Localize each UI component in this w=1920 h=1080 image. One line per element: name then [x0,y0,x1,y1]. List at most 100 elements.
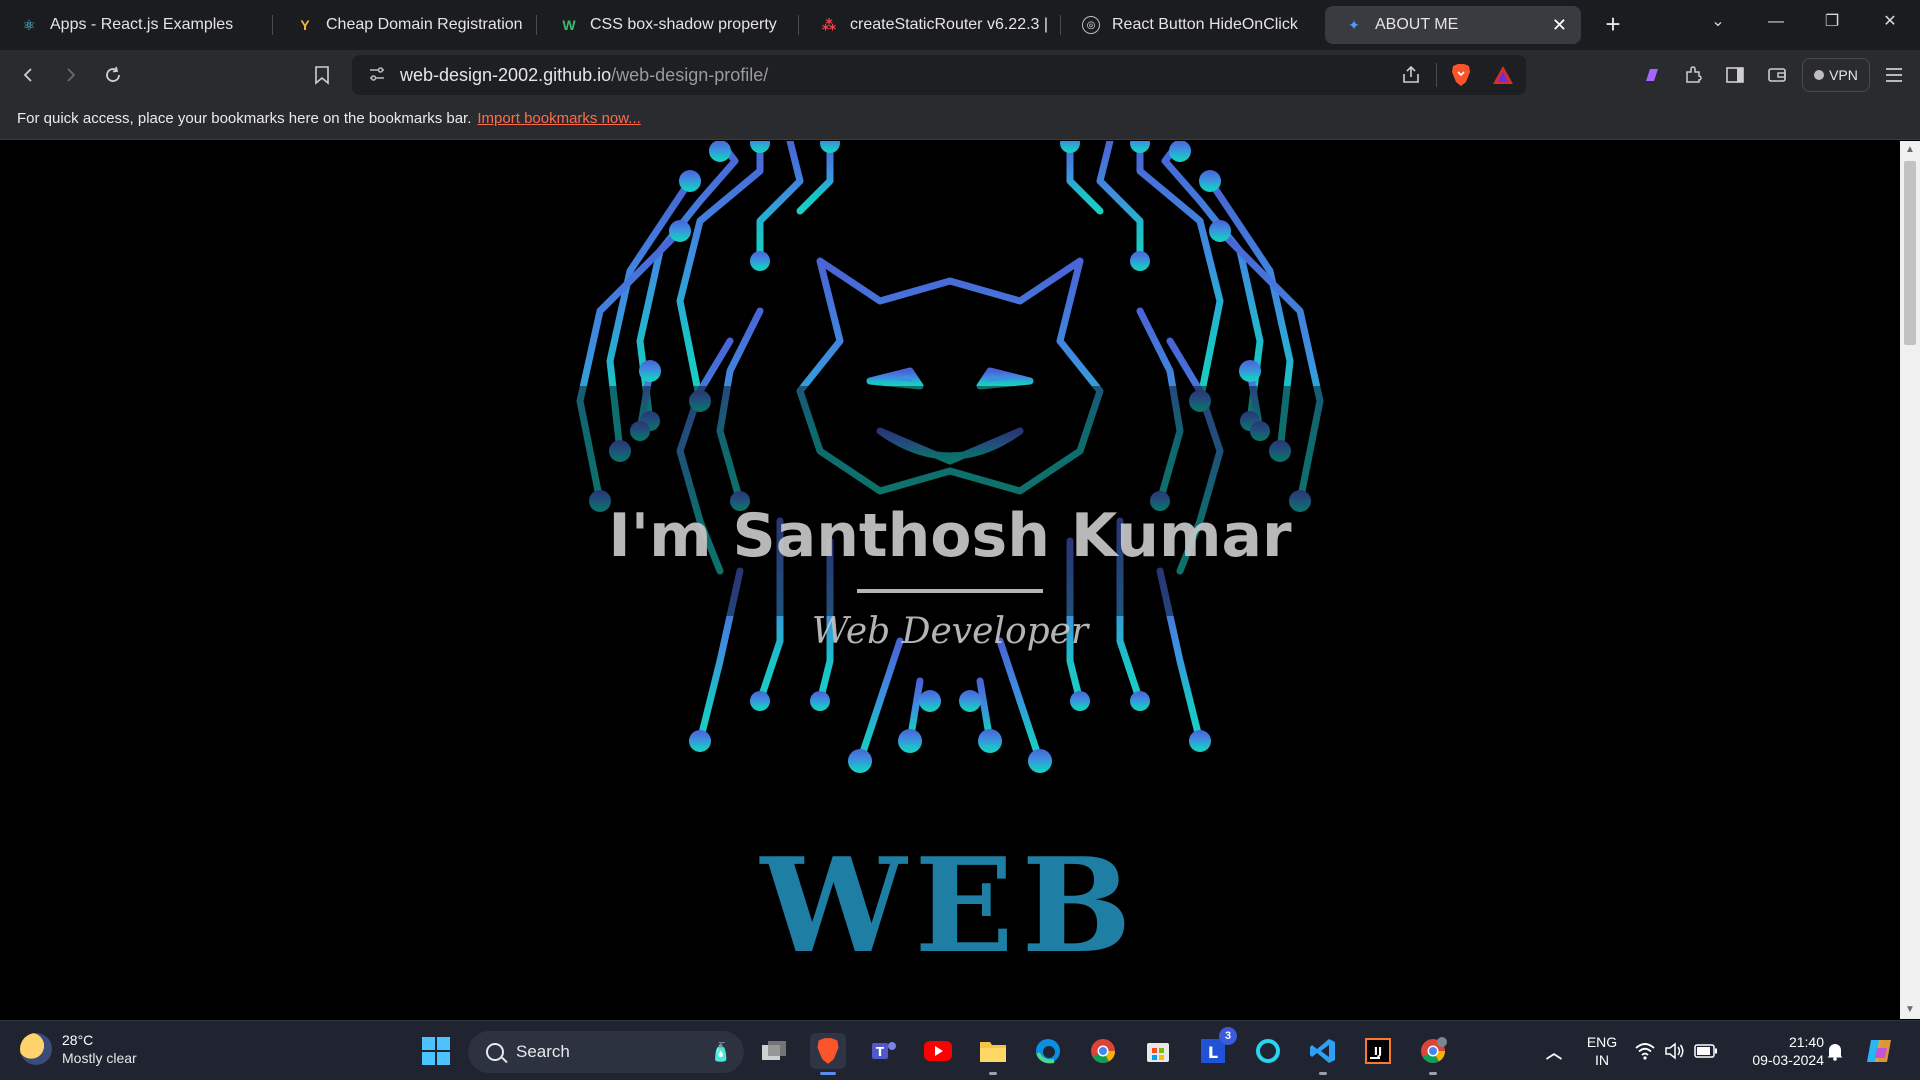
tab-label: CSS box-shadow property [590,16,777,33]
scroll-up-arrow-icon[interactable]: ▲ [1900,141,1920,159]
microsoft-store-icon[interactable] [1140,1033,1176,1069]
scroll-down-arrow-icon[interactable]: ▼ [1900,1001,1920,1019]
url-domain: web-design-2002.github.io [400,65,612,85]
file-explorer-icon[interactable] [975,1033,1011,1075]
puzzle-icon [1686,66,1702,83]
running-app-indicator [989,1072,997,1075]
task-view-icon[interactable] [756,1033,792,1069]
windows-taskbar: 28°C Mostly clear Search 🧴 T L 3 IJ ︿ EN… [0,1020,1920,1080]
tab-react-button[interactable]: ◎ React Button HideOnClick [1062,6,1324,44]
edge-icon[interactable] [1030,1033,1066,1069]
url-path: /web-design-profile/ [611,65,769,85]
brave-browser-icon[interactable] [810,1033,846,1075]
wallet-icon [1768,68,1786,82]
back-button[interactable] [13,59,45,91]
extensions-button[interactable] [1678,59,1710,91]
copilot-icon[interactable] [1862,1033,1898,1069]
page-scrollbar[interactable]: ▲ ▼ [1900,141,1920,1019]
reload-icon [106,66,120,82]
vscode-icon[interactable] [1305,1033,1341,1075]
weather-temperature: 28°C [62,1032,94,1048]
sidebar-icon [1726,67,1744,83]
share-icon[interactable] [1400,64,1422,91]
notification-bell-icon[interactable] [1820,1033,1850,1069]
back-arrow-icon [23,68,32,82]
wallet-button[interactable] [1761,59,1793,91]
tab-divider [798,15,799,35]
tab-css-box-shadow[interactable]: W CSS box-shadow property [540,6,800,44]
logo-wordmark: WEB [760,829,1140,982]
weather-widget[interactable]: 28°C Mostly clear [20,1031,137,1067]
brave-rewards-icon[interactable] [1492,64,1514,91]
chrome-icon[interactable] [1085,1033,1121,1069]
w3schools-icon: W [562,17,576,33]
react-icon: ✦ [1348,16,1360,33]
svg-text:L: L [1208,1043,1218,1062]
minimize-button[interactable]: — [1754,6,1798,38]
new-tab-button[interactable]: + [1598,10,1628,40]
language-indicator[interactable]: ENG IN [1582,1033,1622,1069]
sidebar-toggle-button[interactable] [1719,59,1751,91]
forward-arrow-icon [67,68,76,82]
search-label: Search [516,1042,570,1061]
chrome-profile-icon[interactable] [1415,1033,1451,1075]
tab-divider [272,15,273,35]
tab-create-static-router[interactable]: ⁂ createStaticRouter v6.22.3 | Rea [800,6,1062,44]
svg-text:T: T [876,1045,885,1059]
scroll-thumb[interactable] [1904,161,1916,345]
jetbrains-icon[interactable]: IJ [1360,1033,1396,1069]
intellij-icon[interactable]: L 3 [1195,1027,1237,1069]
volume-icon[interactable] [1662,1033,1688,1069]
react-icon: ⚛ [22,16,36,33]
tab-label: Cheap Domain Registration - Ya [326,16,524,33]
site-settings-icon[interactable] [368,65,386,88]
moon-weather-icon [20,1033,52,1065]
clock[interactable]: 21:40 09-03-2024 [1730,1033,1824,1069]
search-highlight-icon: 🧴 [709,1041,732,1062]
tab-strip: ⚛ Apps - React.js Examples Y Cheap Domai… [0,0,1920,50]
teams-icon[interactable]: T [866,1033,902,1069]
tab-about-me[interactable]: ✦ ABOUT ME ✕ [1325,6,1581,44]
battery-icon[interactable] [1692,1033,1720,1069]
clock-time: 21:40 [1788,1034,1824,1050]
tab-label: ABOUT ME [1375,16,1459,33]
reload-button[interactable] [97,59,129,91]
cortana-icon[interactable] [1250,1033,1286,1069]
close-icon[interactable]: ✕ [1552,15,1567,36]
tab-divider [1060,15,1061,35]
show-hidden-icons-chevron-icon[interactable]: ︿ [1536,1033,1572,1069]
taskbar-search[interactable]: Search 🧴 [468,1031,744,1073]
start-button[interactable] [418,1033,454,1069]
tab-label: Apps - React.js Examples [50,16,234,33]
restore-button[interactable]: ❐ [1810,6,1854,38]
brave-shields-icon[interactable] [1450,63,1472,92]
notification-badge: 3 [1219,1027,1237,1045]
tab-list-chevron-icon[interactable]: ⌄ [1696,6,1740,38]
address-bar[interactable]: web-design-2002.github.io/web-design-pro… [352,55,1526,95]
tab-react-examples[interactable]: ⚛ Apps - React.js Examples [0,6,270,44]
page-viewport: I'm Santhosh Kumar Web Developer WEB [0,141,1900,1019]
forward-button[interactable] [54,59,86,91]
youtube-icon[interactable] [920,1033,956,1069]
menu-button[interactable] [1878,59,1910,91]
bookmarks-hint: For quick access, place your bookmarks h… [17,110,472,127]
running-app-indicator [1429,1072,1437,1075]
divider [1436,63,1437,87]
tab-label: createStaticRouter v6.22.3 | Rea [850,16,1048,33]
svg-text:IJ: IJ [1374,1045,1382,1058]
wifi-icon[interactable] [1632,1033,1658,1069]
search-icon [486,1043,504,1061]
clock-date: 09-03-2024 [1752,1052,1824,1068]
vpn-button[interactable]: VPN [1802,58,1870,92]
tab-domain-registration[interactable]: Y Cheap Domain Registration - Ya [276,6,538,44]
active-app-indicator [820,1072,836,1075]
weather-description: Mostly clear [62,1050,137,1066]
leo-ai-button[interactable] [1636,59,1668,91]
running-app-indicator [1319,1072,1327,1075]
close-window-button[interactable]: ✕ [1868,6,1912,38]
bookmarks-bar: For quick access, place your bookmarks h… [0,100,1920,140]
bookmark-icon [315,66,329,85]
windows-logo-icon [422,1037,450,1065]
import-bookmarks-link[interactable]: Import bookmarks now... [477,110,640,127]
bookmark-button[interactable] [306,59,338,91]
